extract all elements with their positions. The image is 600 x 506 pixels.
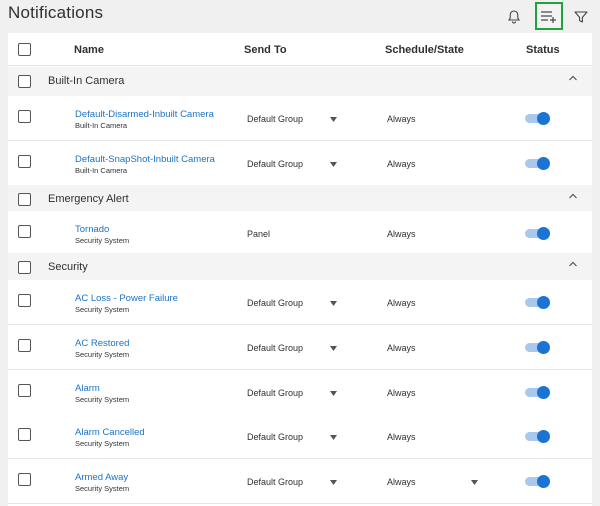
- row-checkbox[interactable]: [18, 110, 31, 123]
- schedule-value: Always: [387, 159, 416, 169]
- caret-down-icon[interactable]: [330, 391, 337, 396]
- status-toggle[interactable]: [525, 386, 550, 399]
- send-to-select[interactable]: Default Group: [247, 298, 303, 308]
- table-row[interactable]: Default-SnapShot-Inbuilt Camera Built-In…: [8, 141, 592, 186]
- group-emergency-alert[interactable]: Emergency Alert: [8, 185, 592, 214]
- send-to-value: Panel: [247, 229, 271, 239]
- column-send-to[interactable]: Send To: [244, 44, 287, 56]
- table-row[interactable]: Tornado Security System Panel Always: [8, 211, 592, 256]
- notifications-table: Name Send To Schedule/State Status Built…: [8, 33, 592, 506]
- schedule-value: Always: [387, 298, 416, 308]
- table-row[interactable]: Alarm Cancelled Security System Default …: [8, 414, 592, 459]
- table-row[interactable]: AC Loss - Power Failure Security System …: [8, 280, 592, 325]
- table-row[interactable]: AC Restored Security System Default Grou…: [8, 325, 592, 370]
- row-checkbox[interactable]: [18, 428, 31, 441]
- status-toggle[interactable]: [525, 475, 550, 488]
- notification-source: Security System: [75, 236, 130, 245]
- caret-down-icon[interactable]: [330, 117, 337, 122]
- add-list-button[interactable]: [535, 2, 563, 30]
- schedule-value: Always: [387, 229, 416, 239]
- column-name[interactable]: Name: [74, 44, 104, 56]
- notification-source: Built-In Camera: [75, 166, 128, 175]
- add-list-icon: [541, 11, 556, 23]
- table-row[interactable]: Alarm Security System Default Group Alwa…: [8, 370, 592, 415]
- row-checkbox[interactable]: [18, 473, 31, 486]
- group-label: Emergency Alert: [48, 193, 129, 205]
- notification-name-link[interactable]: Tornado: [75, 224, 109, 235]
- select-all-checkbox[interactable]: [18, 43, 31, 56]
- status-toggle[interactable]: [525, 227, 550, 240]
- status-toggle[interactable]: [525, 296, 550, 309]
- caret-down-icon[interactable]: [471, 480, 478, 485]
- status-toggle[interactable]: [525, 157, 550, 170]
- send-to-select[interactable]: Default Group: [247, 114, 303, 124]
- send-to-select[interactable]: Default Group: [247, 159, 303, 169]
- row-checkbox[interactable]: [18, 294, 31, 307]
- caret-down-icon[interactable]: [330, 435, 337, 440]
- notification-name-link[interactable]: AC Loss - Power Failure: [75, 293, 178, 304]
- notification-name-link[interactable]: Default-SnapShot-Inbuilt Camera: [75, 154, 215, 165]
- page-title: Notifications: [8, 3, 104, 22]
- group-checkbox[interactable]: [18, 75, 31, 88]
- notification-source: Built-In Camera: [75, 121, 128, 130]
- send-to-select[interactable]: Default Group: [247, 432, 303, 442]
- row-checkbox[interactable]: [18, 225, 31, 238]
- schedule-value: Always: [387, 432, 416, 442]
- top-bar: Notifications: [0, 0, 600, 32]
- send-to-select[interactable]: Default Group: [247, 343, 303, 353]
- group-security[interactable]: Security: [8, 253, 592, 282]
- group-label: Built-In Camera: [48, 75, 125, 87]
- group-built-in-camera[interactable]: Built-In Camera: [8, 67, 592, 96]
- chevron-up-icon[interactable]: [568, 192, 578, 200]
- group-checkbox[interactable]: [18, 193, 31, 206]
- chevron-up-icon[interactable]: [568, 74, 578, 82]
- caret-down-icon[interactable]: [330, 162, 337, 167]
- group-label: Security: [48, 261, 88, 273]
- caret-down-icon[interactable]: [330, 346, 337, 351]
- notification-name-link[interactable]: AC Restored: [75, 338, 129, 349]
- notification-source: Security System: [75, 439, 130, 448]
- notification-source: Security System: [75, 395, 130, 404]
- group-checkbox[interactable]: [18, 261, 31, 274]
- status-toggle[interactable]: [525, 430, 550, 443]
- notification-name-link[interactable]: Armed Away: [75, 472, 128, 483]
- table-row[interactable]: Armed Away Security System Default Group…: [8, 459, 592, 504]
- row-checkbox[interactable]: [18, 155, 31, 168]
- column-status[interactable]: Status: [526, 44, 560, 56]
- notification-name-link[interactable]: Default-Disarmed-Inbuilt Camera: [75, 109, 214, 120]
- caret-down-icon[interactable]: [330, 480, 337, 485]
- notification-source: Security System: [75, 305, 130, 314]
- status-toggle[interactable]: [525, 341, 550, 354]
- row-checkbox[interactable]: [18, 339, 31, 352]
- row-checkbox[interactable]: [18, 384, 31, 397]
- table-header: Name Send To Schedule/State Status: [8, 33, 592, 66]
- chevron-up-icon[interactable]: [568, 260, 578, 268]
- table-row[interactable]: Default-Disarmed-Inbuilt Camera Built-In…: [8, 96, 592, 141]
- schedule-select[interactable]: Always: [387, 477, 416, 487]
- send-to-select[interactable]: Default Group: [247, 477, 303, 487]
- notification-source: Security System: [75, 350, 130, 359]
- schedule-value: Always: [387, 114, 416, 124]
- notification-source: Security System: [75, 484, 130, 493]
- send-to-select[interactable]: Default Group: [247, 388, 303, 398]
- filter-icon[interactable]: [570, 6, 592, 28]
- bell-icon[interactable]: [503, 6, 525, 28]
- status-toggle[interactable]: [525, 112, 550, 125]
- caret-down-icon[interactable]: [330, 301, 337, 306]
- schedule-value: Always: [387, 388, 416, 398]
- schedule-value: Always: [387, 343, 416, 353]
- column-schedule[interactable]: Schedule/State: [385, 44, 464, 56]
- notification-name-link[interactable]: Alarm: [75, 383, 100, 394]
- notification-name-link[interactable]: Alarm Cancelled: [75, 427, 145, 438]
